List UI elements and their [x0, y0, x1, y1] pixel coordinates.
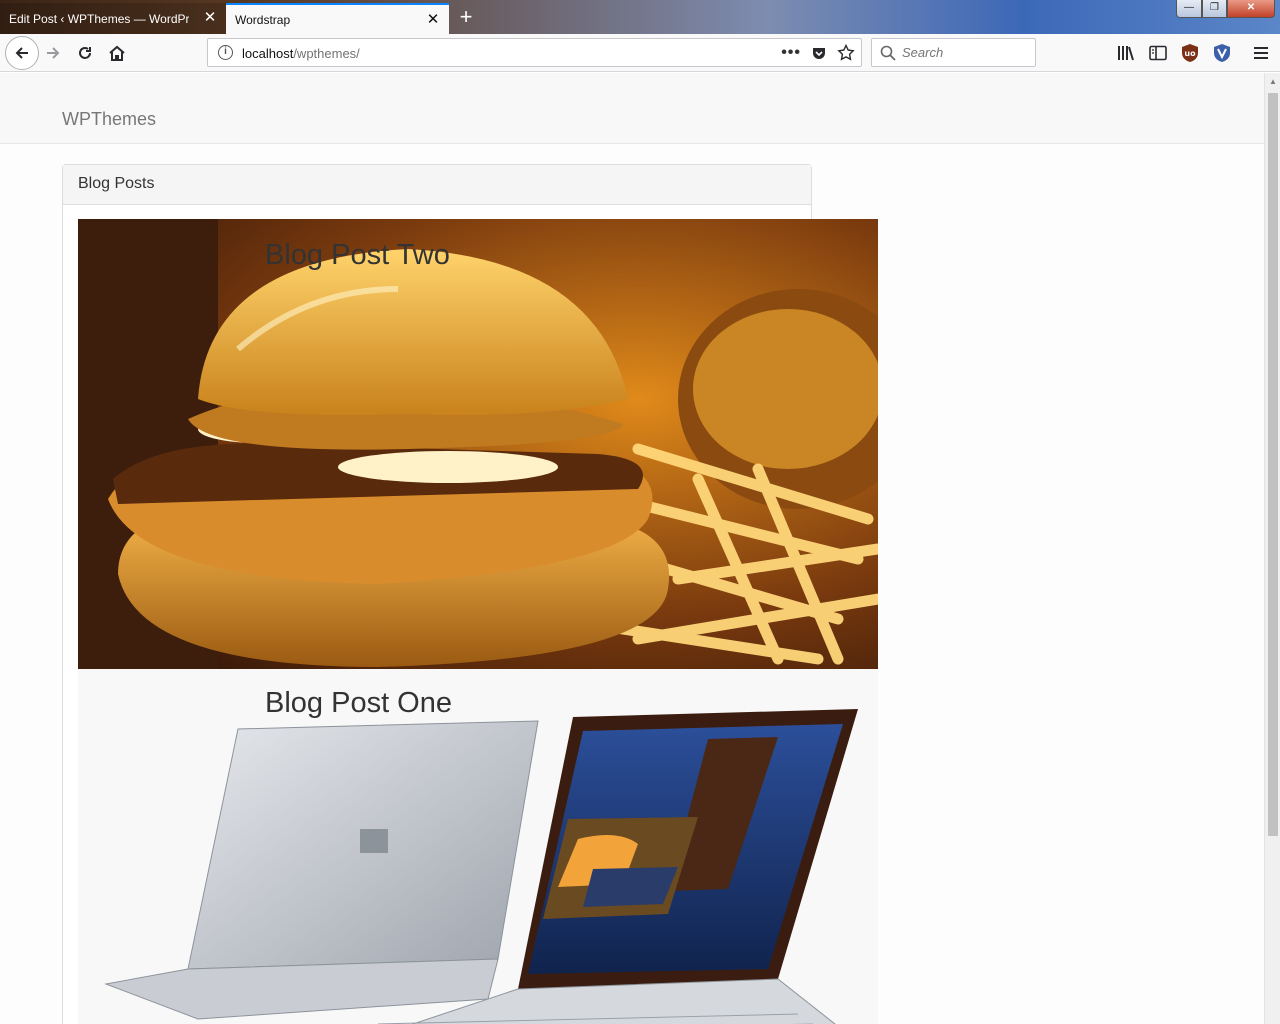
url-bar[interactable]: i localhost/wpthemes/ •••	[207, 38, 862, 67]
tab-label: Edit Post ‹ WPThemes — WordPress	[9, 11, 189, 26]
privacy-badger-button[interactable]	[1211, 42, 1233, 64]
info-icon[interactable]: i	[218, 45, 233, 60]
blog-post: Blog Post One	[78, 669, 878, 1024]
sidebar-icon	[1149, 45, 1167, 61]
back-button[interactable]	[5, 36, 39, 70]
tab-wordstrap[interactable]: Wordstrap ✕	[226, 3, 449, 34]
search-box[interactable]	[871, 38, 1036, 67]
tab-label: Wordstrap	[235, 12, 291, 27]
library-icon	[1118, 46, 1134, 61]
hamburger-menu-icon	[1254, 47, 1268, 59]
navigation-toolbar: i localhost/wpthemes/ ••• uo	[0, 34, 1280, 72]
ublock-shield-icon: uo	[1182, 44, 1198, 62]
burger-image	[78, 219, 878, 669]
blog-posts-panel: Blog Posts Blog Post Two Blog Post One	[62, 164, 878, 1024]
home-button[interactable]	[102, 38, 132, 68]
minimize-button[interactable]: —	[1176, 0, 1202, 18]
post-title[interactable]: Blog Post Two	[265, 239, 450, 272]
page-viewport: WPThemes Blog Posts Blog Post Two Blog P…	[0, 73, 1264, 1024]
post-title[interactable]: Blog Post One	[265, 687, 452, 720]
arrow-left-icon	[15, 47, 28, 59]
pocket-icon[interactable]	[811, 45, 827, 61]
ublock-button[interactable]: uo	[1179, 42, 1201, 64]
search-icon	[880, 45, 896, 61]
panel-heading: Blog Posts	[63, 165, 811, 205]
close-tab-icon[interactable]: ✕	[202, 10, 218, 26]
scrollbar-thumb[interactable]	[1268, 93, 1278, 836]
site-brand-link[interactable]: WPThemes	[62, 109, 156, 130]
home-icon	[109, 45, 125, 61]
url-path: /wpthemes/	[293, 46, 360, 61]
url-text[interactable]: localhost/wpthemes/	[242, 46, 360, 61]
reload-icon	[79, 47, 91, 59]
close-window-button[interactable]: ✕	[1227, 0, 1275, 18]
bookmark-star-icon[interactable]	[837, 44, 855, 62]
tab-edit-post[interactable]: Edit Post ‹ WPThemes — WordPress ✕	[0, 3, 226, 34]
forward-button[interactable]	[38, 38, 68, 68]
new-tab-button[interactable]: +	[452, 4, 480, 30]
scroll-up-arrow-icon[interactable]: ▲	[1268, 77, 1278, 87]
menu-button[interactable]	[1250, 42, 1272, 64]
shield-v-icon	[1214, 44, 1230, 62]
maximize-button[interactable]: ❐	[1202, 0, 1227, 18]
laptops-image	[78, 669, 878, 1024]
svg-text:uo: uo	[1184, 49, 1196, 58]
tab-bar: Edit Post ‹ WPThemes — WordPress ✕ Words…	[0, 0, 1280, 34]
search-input[interactable]	[902, 42, 1030, 63]
page-scrollbar[interactable]: ▲	[1264, 73, 1280, 1024]
blog-post: Blog Post Two	[78, 219, 878, 669]
sidebar-button[interactable]	[1147, 42, 1169, 64]
reload-button[interactable]	[70, 38, 100, 68]
url-host: localhost	[242, 46, 294, 61]
library-button[interactable]	[1115, 42, 1137, 64]
close-tab-icon[interactable]: ✕	[425, 12, 441, 28]
site-navbar: WPThemes	[0, 73, 1264, 144]
page-actions-icon[interactable]: •••	[781, 44, 801, 62]
arrow-right-icon	[47, 47, 60, 59]
